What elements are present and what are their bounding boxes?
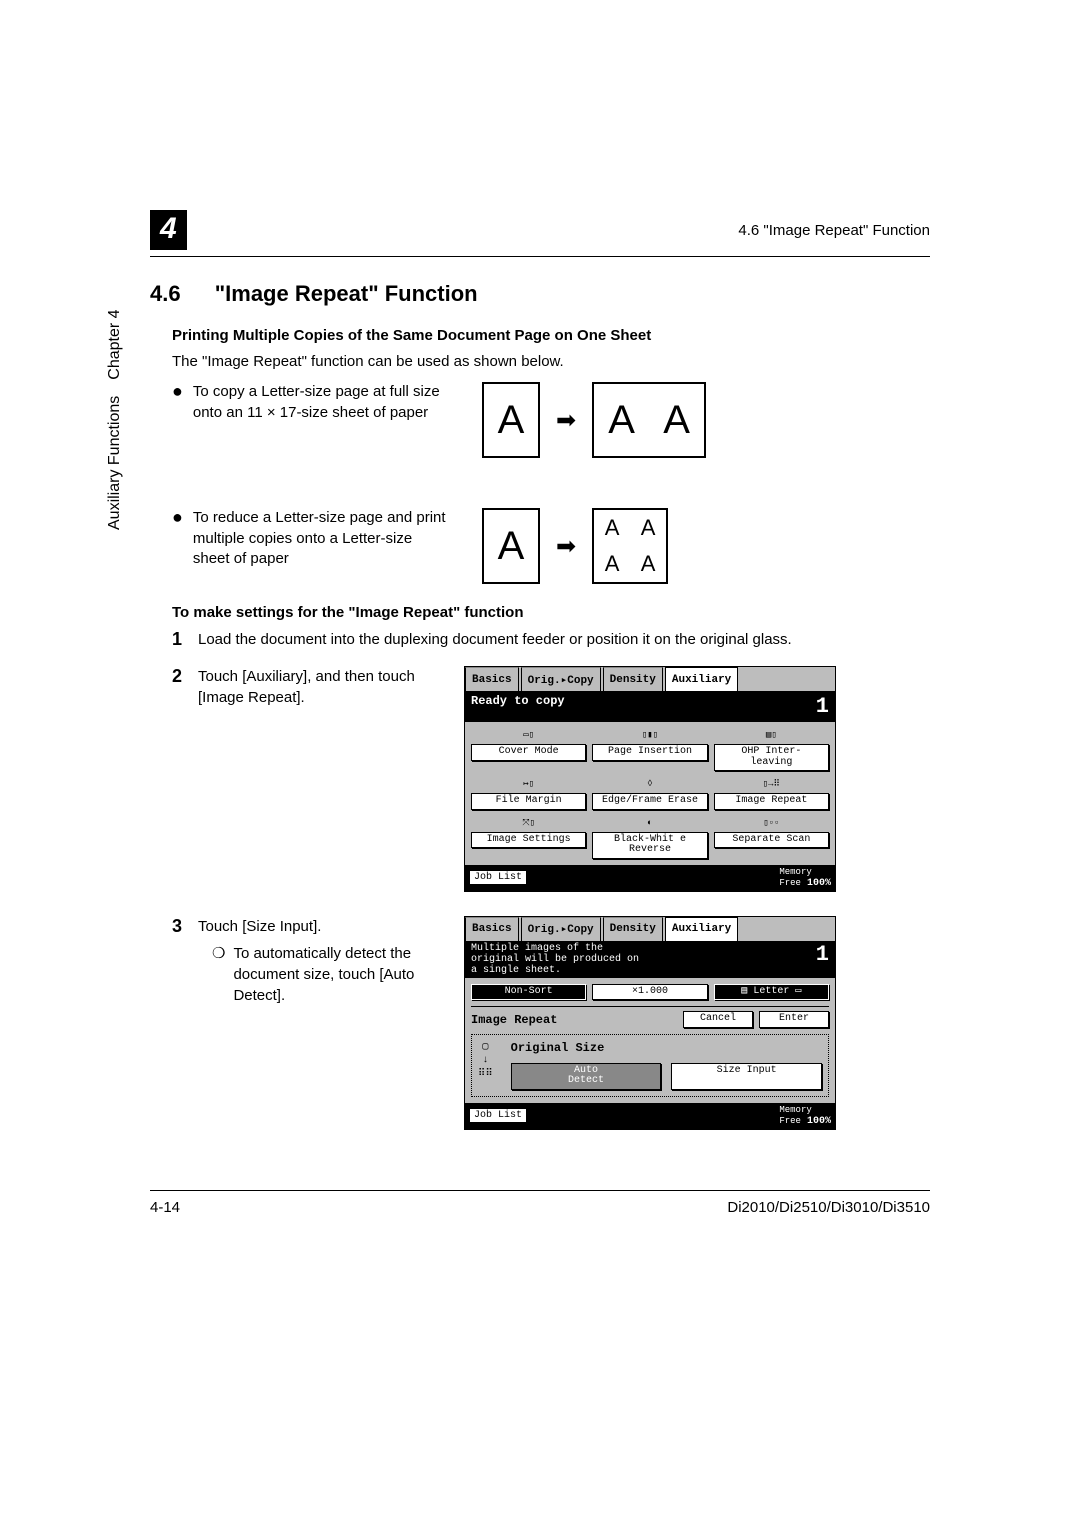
tab-auxiliary[interactable]: Auxiliary	[665, 917, 738, 941]
copy-count: 1	[816, 943, 829, 976]
arrow-icon: ➡	[556, 406, 576, 435]
image-repeat-label: Image Repeat	[471, 1013, 677, 1027]
copy-count: 1	[816, 694, 829, 719]
ohp-icon: ▤▯	[754, 728, 788, 742]
step-3-subtext: To automatically detect the document siz…	[233, 943, 448, 1006]
bullet-2-row: ● To reduce a Letter-size page and print…	[172, 508, 930, 584]
diagram-1: A ➡ AA	[482, 382, 706, 458]
repeat-diagram-icon: ▢↓⠿⠿	[478, 1041, 493, 1090]
image-repeat-button[interactable]: Image Repeat	[714, 793, 829, 810]
memory-free-value: 100%	[807, 878, 831, 889]
image-settings-button[interactable]: Image Settings	[471, 832, 586, 849]
step-3-number: 3	[172, 916, 198, 1130]
section-title: "Image Repeat" Function	[215, 281, 478, 306]
edge-erase-icon: ◊	[633, 777, 667, 791]
enter-button[interactable]: Enter	[759, 1011, 829, 1028]
running-head: 4.6 "Image Repeat" Function	[738, 222, 930, 239]
cancel-button[interactable]: Cancel	[683, 1011, 753, 1028]
non-sort-button[interactable]: Non-Sort	[471, 984, 586, 1001]
bullet-icon: ●	[172, 382, 183, 423]
step-3-text: Touch [Size Input].	[198, 916, 448, 937]
touchscreen-panel-2: Basics Orig.▸Copy Density Auxiliary Mult…	[464, 916, 836, 1130]
page-header: 4 4.6 "Image Repeat" Function	[150, 210, 930, 257]
intro-paragraph: The "Image Repeat" function can be used …	[172, 352, 930, 372]
side-tab: Auxiliary Functions Chapter 4	[106, 309, 124, 530]
original-size-label: Original Size	[511, 1041, 822, 1055]
tab-density[interactable]: Density	[603, 917, 663, 941]
diagram-2: A ➡ AA AA	[482, 508, 668, 584]
auto-detect-button[interactable]: Auto Detect	[511, 1063, 662, 1090]
touchscreen-panel-1: Basics Orig.▸Copy Density Auxiliary Read…	[464, 666, 836, 892]
separate-scan-icon: ▯▫▫	[754, 816, 788, 830]
page-icon-grid: AA AA	[592, 508, 668, 584]
step-1-text: Load the document into the duplexing doc…	[198, 629, 930, 650]
panel2-message: Multiple images of the original will be …	[471, 943, 639, 976]
tab-orig-copy[interactable]: Orig.▸Copy	[521, 917, 601, 941]
sidetab-chapter: Chapter 4	[106, 309, 124, 379]
page-insertion-icon: ▯▮▯	[633, 728, 667, 742]
page-icon-single: A	[482, 508, 540, 584]
bw-reverse-icon: ◐	[633, 816, 667, 830]
chapter-number-box: 4	[150, 210, 187, 250]
size-input-button[interactable]: Size Input	[671, 1063, 822, 1090]
black-white-reverse-button[interactable]: Black-Whit e Reverse	[592, 832, 707, 859]
step-2-text: Touch [Auxiliary], and then touch [Image…	[198, 666, 448, 892]
arrow-icon: ➡	[556, 532, 576, 561]
subheading-1: Printing Multiple Copies of the Same Doc…	[172, 327, 930, 344]
sub-bullet-icon: ❍	[212, 943, 225, 1006]
status-text: Ready to copy	[471, 694, 565, 719]
separate-scan-button[interactable]: Separate Scan	[714, 832, 829, 849]
sidetab-text: Auxiliary Functions	[106, 396, 124, 530]
bullet-icon: ●	[172, 508, 183, 569]
bullet-1-text: To copy a Letter-size page at full size …	[193, 382, 452, 423]
page-insertion-button[interactable]: Page Insertion	[592, 744, 707, 761]
subheading-2: To make settings for the "Image Repeat" …	[172, 604, 930, 621]
step-2-number: 2	[172, 666, 198, 892]
step-1-number: 1	[172, 629, 198, 650]
cover-mode-button[interactable]: Cover Mode	[471, 744, 586, 761]
edge-frame-erase-button[interactable]: Edge/Frame Erase	[592, 793, 707, 810]
tab-basics[interactable]: Basics	[465, 667, 519, 691]
job-list-button[interactable]: Job List	[469, 1108, 527, 1123]
bullet-1-row: ● To copy a Letter-size page at full siz…	[172, 382, 930, 458]
ohp-interleaving-button[interactable]: OHP Inter- leaving	[714, 744, 829, 771]
section-number: 4.6	[150, 281, 181, 307]
memory-free-value: 100%	[807, 1116, 831, 1127]
page-icon-wide: AA	[592, 382, 706, 458]
section-heading: 4.6 "Image Repeat" Function	[150, 281, 930, 307]
page-number: 4-14	[150, 1199, 180, 1216]
job-list-button[interactable]: Job List	[469, 870, 527, 885]
step-1: 1 Load the document into the duplexing d…	[172, 629, 930, 650]
image-repeat-icon: ▯→⠿	[754, 777, 788, 791]
page-footer: 4-14 Di2010/Di2510/Di3010/Di3510	[150, 1190, 930, 1216]
model-numbers: Di2010/Di2510/Di3010/Di3510	[727, 1199, 930, 1216]
file-margin-icon: ↦▯	[512, 777, 546, 791]
paper-size-button[interactable]: ▤ Letter ▭	[714, 984, 829, 1001]
cover-mode-icon: ▭▯	[512, 728, 546, 742]
tab-auxiliary[interactable]: Auxiliary	[665, 667, 738, 691]
image-settings-icon: ⤧▯	[512, 816, 546, 830]
tab-orig-copy[interactable]: Orig.▸Copy	[521, 667, 601, 691]
zoom-button[interactable]: ×1.000	[592, 984, 707, 1001]
page-icon-single: A	[482, 382, 540, 458]
file-margin-button[interactable]: File Margin	[471, 793, 586, 810]
bullet-2-text: To reduce a Letter-size page and print m…	[193, 508, 452, 569]
tab-density[interactable]: Density	[603, 667, 663, 691]
tab-basics[interactable]: Basics	[465, 917, 519, 941]
